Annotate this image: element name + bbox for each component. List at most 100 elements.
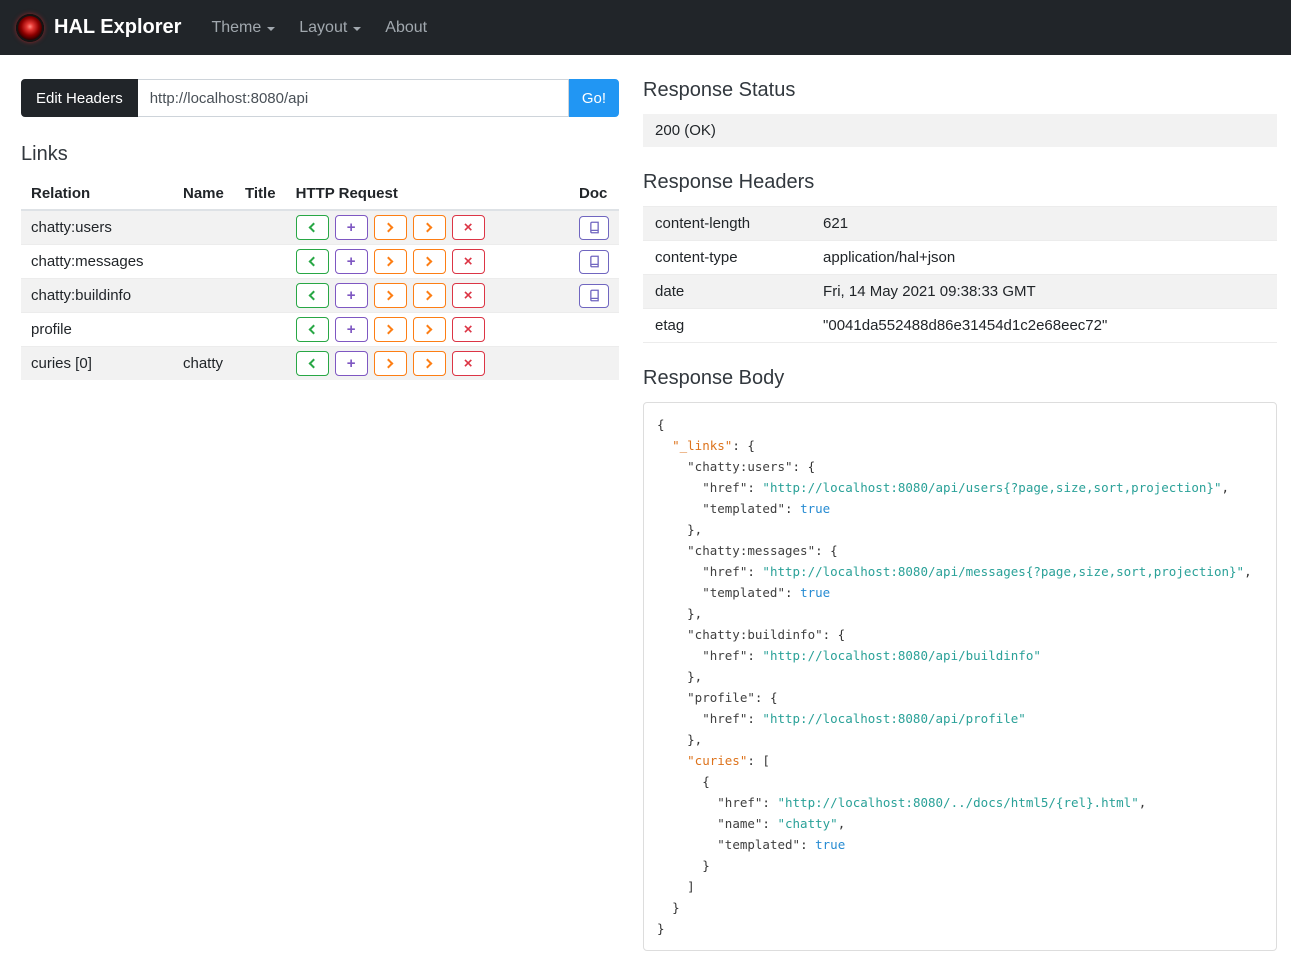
go-button[interactable]: Go! [568,79,620,117]
code-line: "chatty:messages": { [657,540,1263,561]
code-line: "profile": { [657,687,1263,708]
chevron-right-icon [422,256,433,267]
doc-button[interactable] [579,283,610,308]
chevron-right-icon [422,324,433,335]
url-input[interactable] [137,79,569,117]
code-token: , [1221,480,1230,495]
delete-button[interactable]: × [451,249,485,274]
put-button[interactable] [373,283,407,308]
link-title [235,346,286,380]
links-title: Links [21,143,68,165]
post-button[interactable]: + [334,351,368,376]
doc-button[interactable] [579,249,610,274]
link-title [235,312,286,347]
delete-button[interactable]: × [451,317,485,342]
code-line: "templated": true [657,582,1263,603]
link-title [235,244,286,279]
cross-icon: × [463,321,473,338]
code-token: "templated" [702,501,785,516]
get-button[interactable] [295,317,329,342]
header-value: Fri, 14 May 2021 09:38:33 GMT [811,274,1277,309]
post-button[interactable]: + [334,215,368,240]
nav-item-layout[interactable]: Layout [287,11,373,45]
response-body-code: { "_links": { "chatty:users": { "href" : … [657,414,1263,939]
link-row: chatty:buildinfo + × [21,278,620,313]
delete-button[interactable]: × [451,351,485,376]
code-line: "curies": [ [657,750,1263,771]
post-button[interactable]: + [334,283,368,308]
chevron-right-icon [383,256,394,267]
delete-button[interactable]: × [451,283,485,308]
chevron-left-icon [308,324,319,335]
put-button[interactable] [373,249,407,274]
code-token: "href" [702,480,748,495]
nav-item-theme[interactable]: Theme [199,11,287,45]
response-header-row: date Fri, 14 May 2021 09:38:33 GMT [643,274,1277,309]
chevron-left-icon [308,256,319,267]
patch-button[interactable] [412,351,446,376]
get-button[interactable] [295,283,329,308]
patch-button[interactable] [412,215,446,240]
chevron-right-icon [422,290,433,301]
code-token: "chatty:buildinfo" [687,627,823,642]
get-button[interactable] [295,249,329,274]
code-line: } [657,855,1263,876]
get-button[interactable] [295,215,329,240]
patch-button[interactable] [412,317,446,342]
link-row: chatty:messages + × [21,244,620,279]
response-header-row: content-type application/hal+json [643,240,1277,275]
get-button[interactable] [295,351,329,376]
code-line: "templated": true [657,834,1263,855]
put-button[interactable] [373,317,407,342]
doc-cell [569,346,620,380]
cross-icon: × [463,287,473,304]
links-table: Relation Name Title HTTP Request Doc cha… [21,178,620,380]
code-token: "http://localhost:8080/api/messages{?pag… [762,564,1245,579]
put-button[interactable] [373,351,407,376]
chevron-right-icon [422,222,433,233]
code-token: }, [657,606,703,621]
header-key: etag [643,308,812,343]
code-token: : [785,585,801,600]
code-line: { [657,771,1263,792]
patch-button[interactable] [412,249,446,274]
code-token: "href" [717,795,763,810]
put-button[interactable] [373,215,407,240]
links-table-body: chatty:users + × chatty:messages + × chatty:bu… [21,209,620,380]
post-button[interactable]: + [334,317,368,342]
code-token: "profile" [687,690,755,705]
doc-button[interactable] [579,215,610,240]
code-token: "templated" [702,585,785,600]
code-line: "_links": { [657,435,1263,456]
post-button[interactable]: + [334,249,368,274]
code-token: "chatty:messages" [687,543,816,558]
plus-icon: + [346,287,356,304]
code-line: "chatty:users": { [657,456,1263,477]
code-token: { [657,774,710,789]
response-body-box: { "_links": { "chatty:users": { "href" : … [643,402,1277,951]
code-line: { [657,414,1263,435]
link-relation: curies [0] [21,346,173,380]
code-token: , [1244,564,1252,579]
code-token: "http://localhost:8080/api/profile" [762,711,1026,726]
doc-cell [569,278,620,313]
code-token: , [837,816,846,831]
nav-item-about[interactable]: About [373,11,439,45]
http-request-cell: + × [285,312,570,347]
col-http-request: HTTP Request [285,178,570,211]
edit-headers-button[interactable]: Edit Headers [21,79,138,117]
code-token: : [ [747,753,770,768]
patch-button[interactable] [412,283,446,308]
code-token: { [657,417,665,432]
response-body-title: Response Body [643,367,785,389]
brand-link[interactable]: HAL Explorer [16,13,181,42]
chevron-right-icon [383,290,394,301]
book-icon [589,221,599,234]
delete-button[interactable]: × [451,215,485,240]
code-token: true [800,501,831,516]
header-value: "0041da552488d86e31454d1c2e68eec72" [811,308,1277,343]
code-token: : { [822,627,846,642]
code-line: }, [657,603,1263,624]
